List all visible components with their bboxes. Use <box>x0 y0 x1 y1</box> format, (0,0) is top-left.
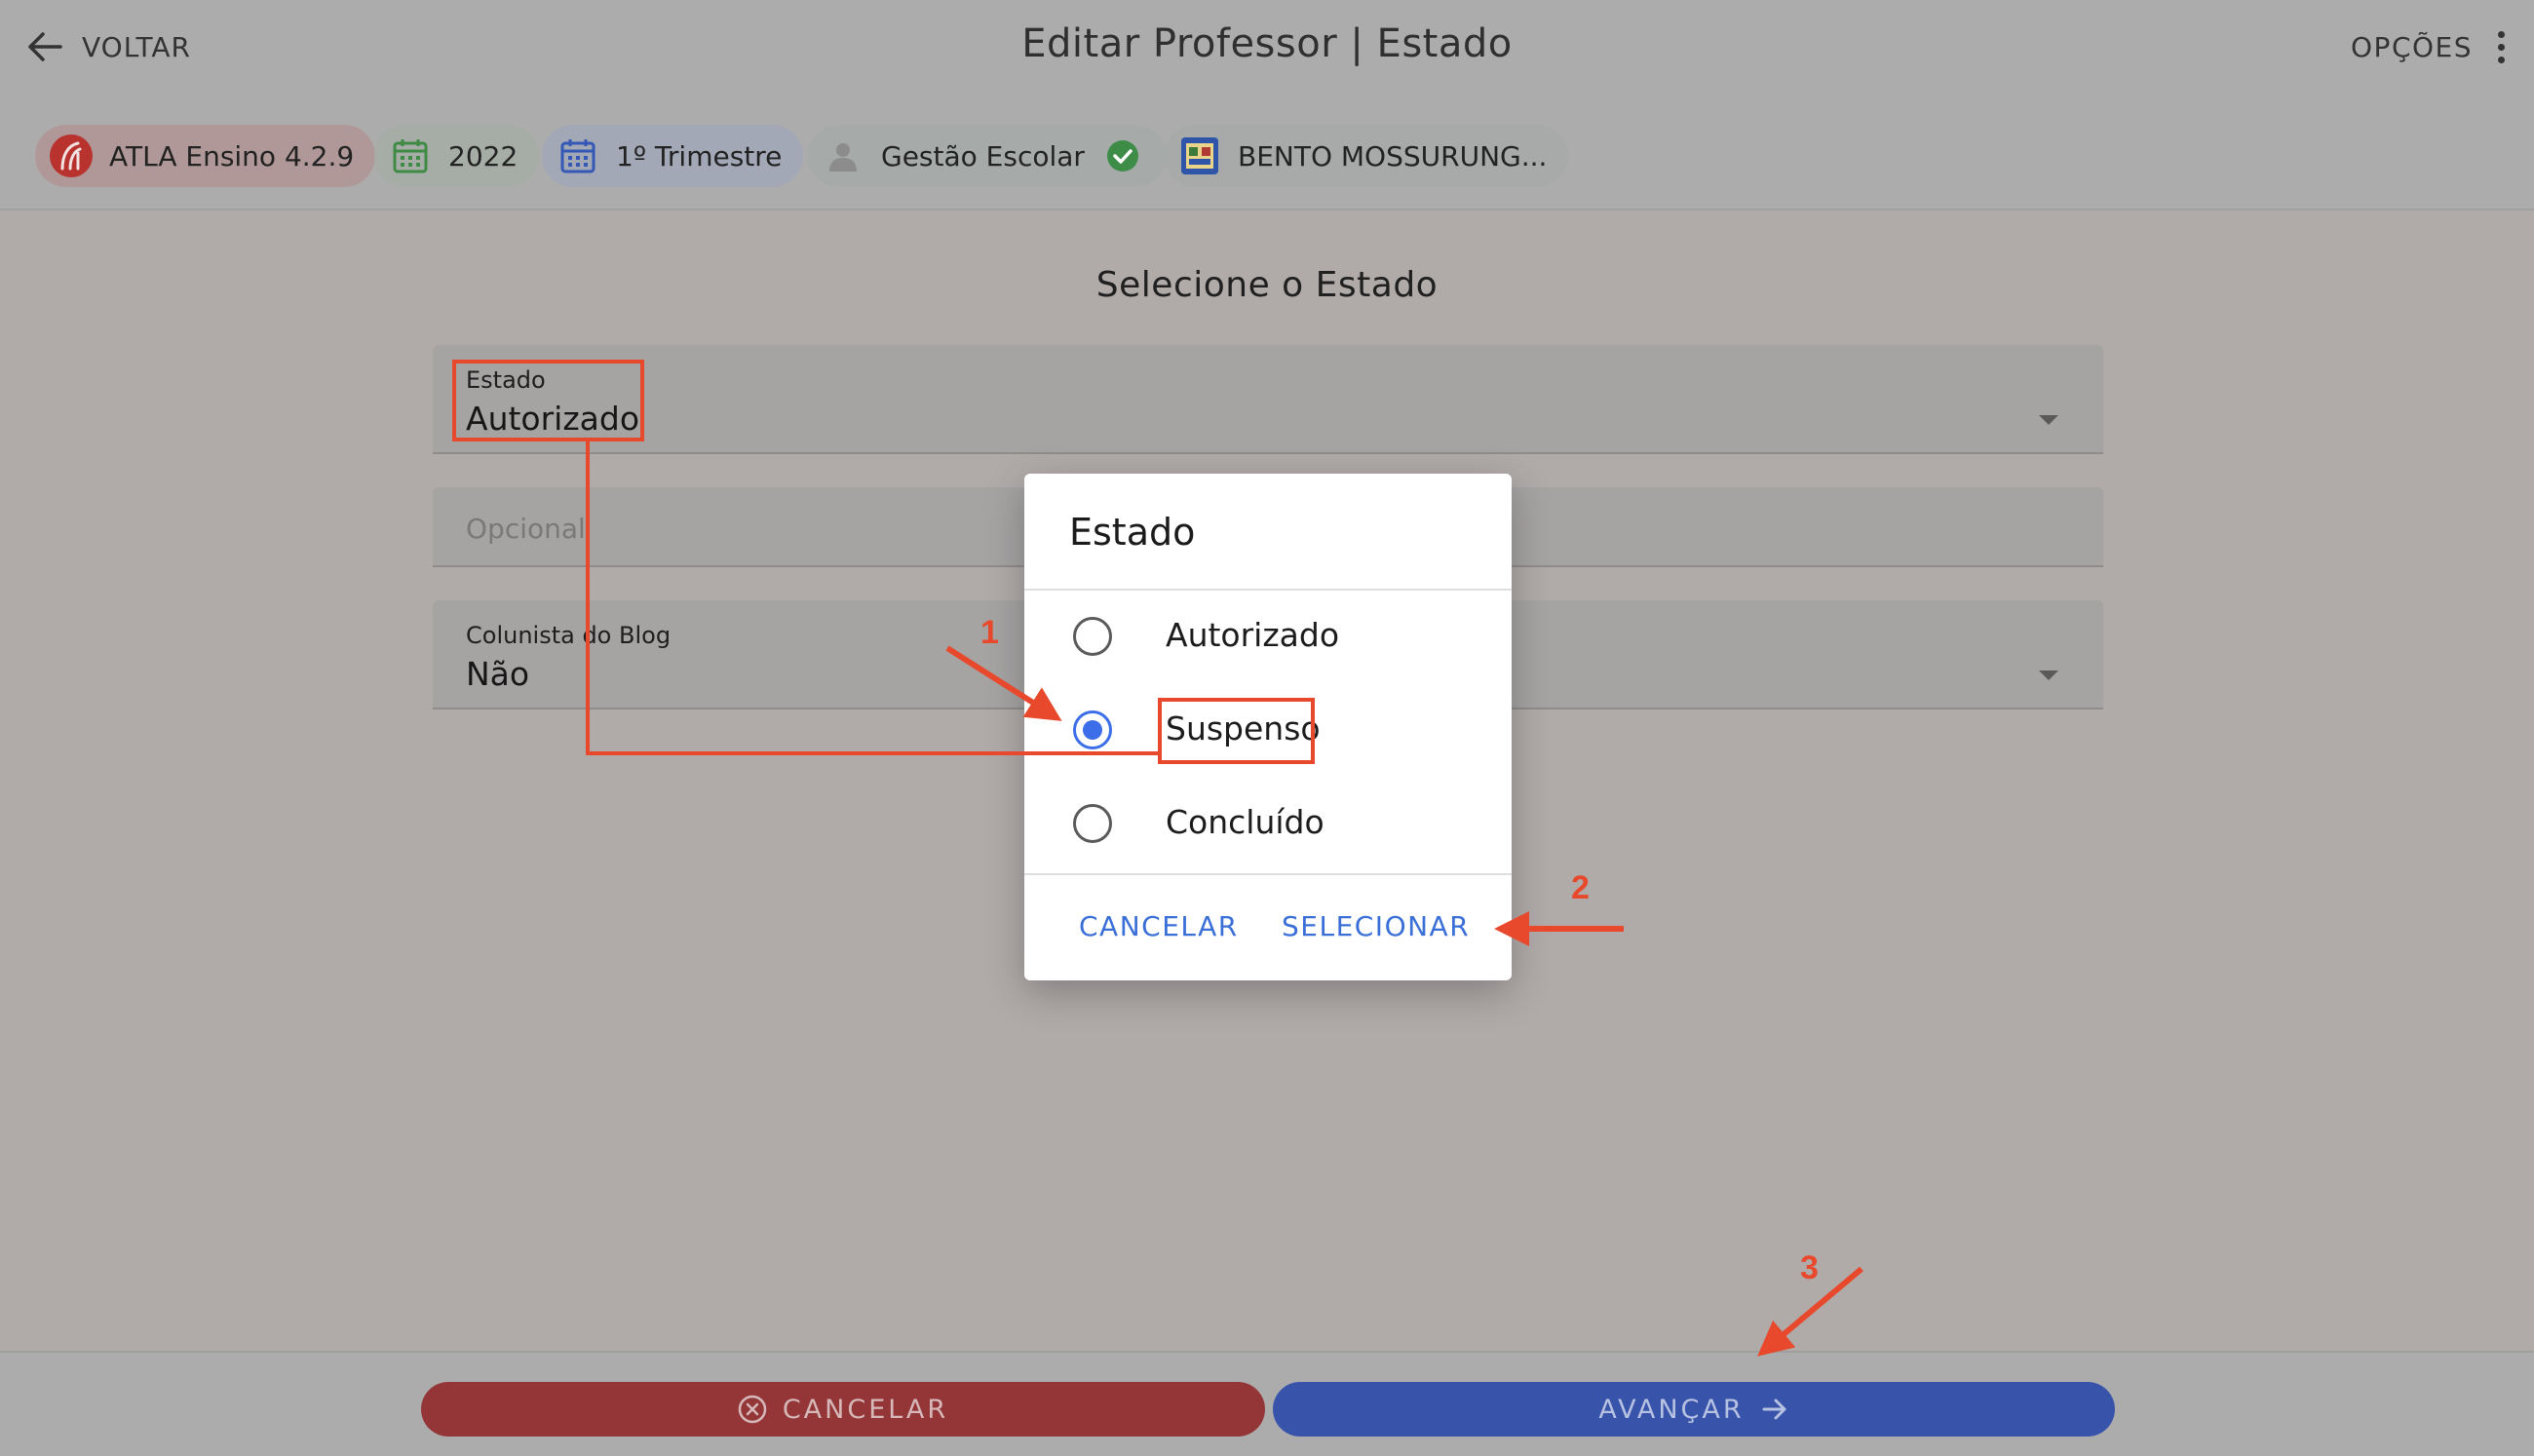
calendar-green-icon <box>388 134 433 178</box>
kebab-menu-icon <box>2498 30 2505 63</box>
bottom-action-bar <box>0 1351 2534 1456</box>
colunista-field-label: Colunista do Blog <box>466 622 672 649</box>
footer-next-label: AVANÇAR <box>1598 1394 1745 1425</box>
dialog-title: Estado <box>1069 511 1196 554</box>
calendar-blue-icon <box>556 134 600 178</box>
chip-label: BENTO MOSSURUNG... <box>1238 139 1548 172</box>
estado-field-label: Estado <box>466 366 546 394</box>
colunista-field-value: Não <box>466 655 530 693</box>
radio-option-suspenso[interactable]: Suspenso <box>1024 686 1512 774</box>
estado-field-value: Autorizado <box>466 400 640 438</box>
chip-label: 2022 <box>448 139 518 172</box>
chip-label: ATLA Ensino 4.2.9 <box>109 139 355 172</box>
estado-select[interactable]: Estado Autorizado <box>433 345 2103 454</box>
footer-cancel-button[interactable]: CANCELAR <box>421 1382 1265 1437</box>
close-circle-icon <box>738 1395 767 1424</box>
dialog-divider <box>1024 589 1512 591</box>
annotation-number-3: 3 <box>1800 1249 1819 1286</box>
page-title: Editar Professor | Estado <box>1021 21 1513 66</box>
radio-unchecked-icon <box>1073 804 1112 843</box>
opcional-placeholder: Opcional <box>466 513 586 545</box>
chip-app-version[interactable]: ATLA Ensino 4.2.9 <box>35 125 376 187</box>
radio-checked-icon <box>1073 710 1112 749</box>
options-label: OPÇÕES <box>2351 30 2473 63</box>
chip-school[interactable]: BENTO MOSSURUNG... <box>1164 125 1569 187</box>
dropdown-caret-icon <box>2039 415 2058 425</box>
section-title: Selecione o Estado <box>1095 265 1439 305</box>
footer-cancel-label: CANCELAR <box>782 1394 949 1425</box>
radio-unchecked-icon <box>1073 617 1112 656</box>
radio-option-label: Suspenso <box>1166 709 1321 747</box>
app-header: VOLTAR Editar Professor | Estado OPÇÕES … <box>0 0 2534 211</box>
check-circle-icon <box>1100 134 1145 178</box>
footer-next-button[interactable]: AVANÇAR <box>1273 1382 2115 1437</box>
estado-dialog: Estado Autorizado Suspenso Concluído CAN… <box>1024 474 1512 980</box>
person-icon <box>821 134 865 178</box>
chip-role[interactable]: Gestão Escolar <box>807 125 1167 187</box>
school-badge-icon <box>1177 134 1222 178</box>
radio-option-label: Autorizado <box>1166 616 1340 654</box>
dialog-divider <box>1024 873 1512 875</box>
dropdown-caret-icon <box>2039 671 2058 680</box>
radio-option-concluido[interactable]: Concluído <box>1024 780 1512 867</box>
chip-label: 1º Trimestre <box>616 139 783 172</box>
chip-term[interactable]: 1º Trimestre <box>542 125 804 187</box>
options-menu-button[interactable]: OPÇÕES <box>2351 21 2505 72</box>
annotation-number-1: 1 <box>980 614 999 651</box>
arrow-right-icon <box>1762 1399 1786 1420</box>
atla-logo-icon <box>49 134 94 178</box>
dialog-select-button[interactable]: SELECIONAR <box>1282 897 1470 955</box>
dialog-cancel-button[interactable]: CANCELAR <box>1079 897 1239 955</box>
chip-year[interactable]: 2022 <box>374 125 540 187</box>
chip-label: Gestão Escolar <box>881 139 1085 172</box>
radio-option-label: Concluído <box>1166 803 1325 841</box>
radio-option-autorizado[interactable]: Autorizado <box>1024 593 1512 680</box>
annotation-number-2: 2 <box>1571 869 1590 906</box>
